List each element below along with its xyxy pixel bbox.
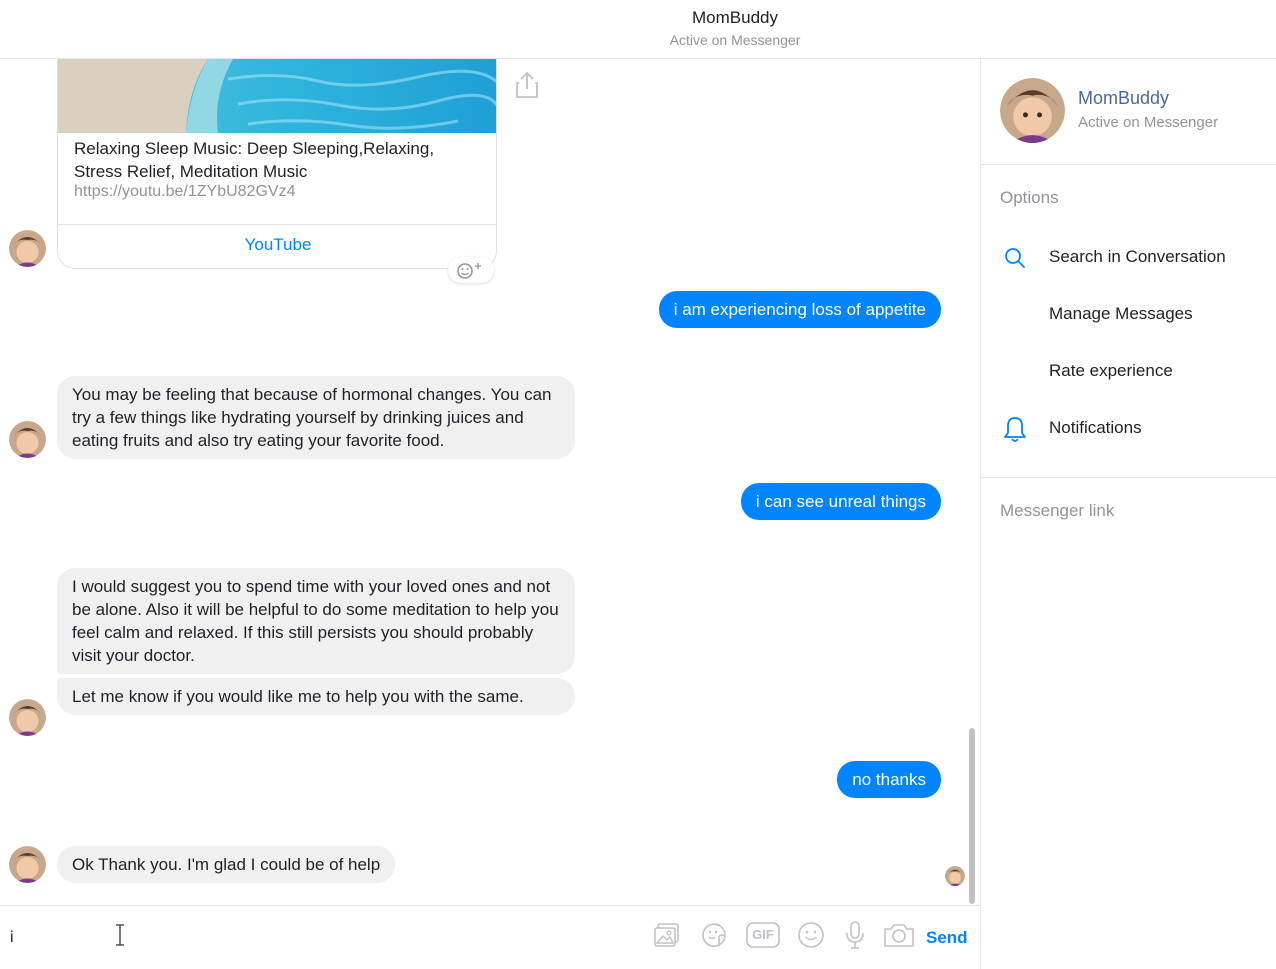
- outgoing-message[interactable]: i am experiencing loss of appetite: [658, 291, 941, 328]
- panel-divider: [981, 477, 1276, 478]
- add-reaction-button[interactable]: [448, 257, 494, 283]
- conversation-title: MomBuddy: [692, 8, 778, 27]
- bot-avatar[interactable]: [9, 421, 46, 458]
- bot-avatar[interactable]: [9, 699, 46, 736]
- link-preview-card[interactable]: Relaxing Sleep Music: Deep Sleeping,Rela…: [57, 59, 497, 269]
- option-notifications[interactable]: Notifications: [1049, 418, 1142, 438]
- message-composer: GIF Send: [0, 905, 980, 969]
- camera-icon[interactable]: [882, 920, 916, 950]
- card-divider: [58, 224, 496, 225]
- read-receipt-avatar: [945, 866, 965, 886]
- sticker-icon[interactable]: [699, 920, 729, 950]
- incoming-message[interactable]: I would suggest you to spend time with y…: [57, 568, 575, 674]
- youtube-button[interactable]: YouTube: [58, 235, 496, 255]
- video-thumbnail[interactable]: [58, 59, 497, 133]
- photo-icon[interactable]: [652, 920, 682, 950]
- gif-label: GIF: [752, 927, 774, 942]
- option-manage-messages[interactable]: Manage Messages: [1049, 304, 1193, 324]
- incoming-message[interactable]: Ok Thank you. I'm glad I could be of hel…: [57, 846, 396, 883]
- profile-avatar[interactable]: [1000, 78, 1065, 143]
- incoming-message[interactable]: You may be feeling that because of hormo…: [57, 376, 575, 459]
- conversation-status: Active on Messenger: [669, 32, 801, 48]
- conversation-details-panel: MomBuddy Active on Messenger Options Sea…: [981, 59, 1276, 969]
- link-title[interactable]: Relaxing Sleep Music: Deep Sleeping,Rela…: [74, 137, 484, 183]
- outgoing-message[interactable]: i can see unreal things: [740, 483, 941, 520]
- panel-divider: [981, 164, 1276, 165]
- conversation-header: MomBuddy Active on Messenger: [0, 0, 1276, 59]
- conversation-scrollbar[interactable]: [969, 728, 975, 904]
- options-heading: Options: [1000, 188, 1059, 207]
- profile-status: Active on Messenger: [1078, 114, 1219, 131]
- incoming-message[interactable]: Let me know if you would like me to help…: [57, 678, 575, 715]
- bot-avatar[interactable]: [9, 846, 46, 883]
- message-list[interactable]: Relaxing Sleep Music: Deep Sleeping,Rela…: [0, 59, 980, 905]
- emoji-plus-icon: [457, 263, 481, 279]
- link-url[interactable]: https://youtu.be/1ZYbU82GVz4: [74, 183, 295, 201]
- option-rate-experience[interactable]: Rate experience: [1049, 361, 1173, 381]
- gif-button[interactable]: GIF: [745, 920, 781, 950]
- messenger-link-heading[interactable]: Messenger link: [1000, 501, 1114, 521]
- emoji-icon[interactable]: [796, 920, 826, 950]
- outgoing-message[interactable]: no thanks: [837, 761, 941, 798]
- message-input[interactable]: [10, 920, 630, 956]
- profile-name[interactable]: MomBuddy: [1078, 88, 1169, 109]
- microphone-icon[interactable]: [842, 920, 868, 950]
- share-icon[interactable]: [515, 71, 539, 99]
- bell-icon: [1004, 417, 1026, 442]
- search-icon: [1005, 248, 1025, 268]
- bot-avatar[interactable]: [9, 230, 46, 267]
- send-button[interactable]: Send: [926, 928, 968, 948]
- text-cursor-icon: [116, 924, 124, 946]
- option-search-in-conversation[interactable]: Search in Conversation: [1049, 247, 1226, 267]
